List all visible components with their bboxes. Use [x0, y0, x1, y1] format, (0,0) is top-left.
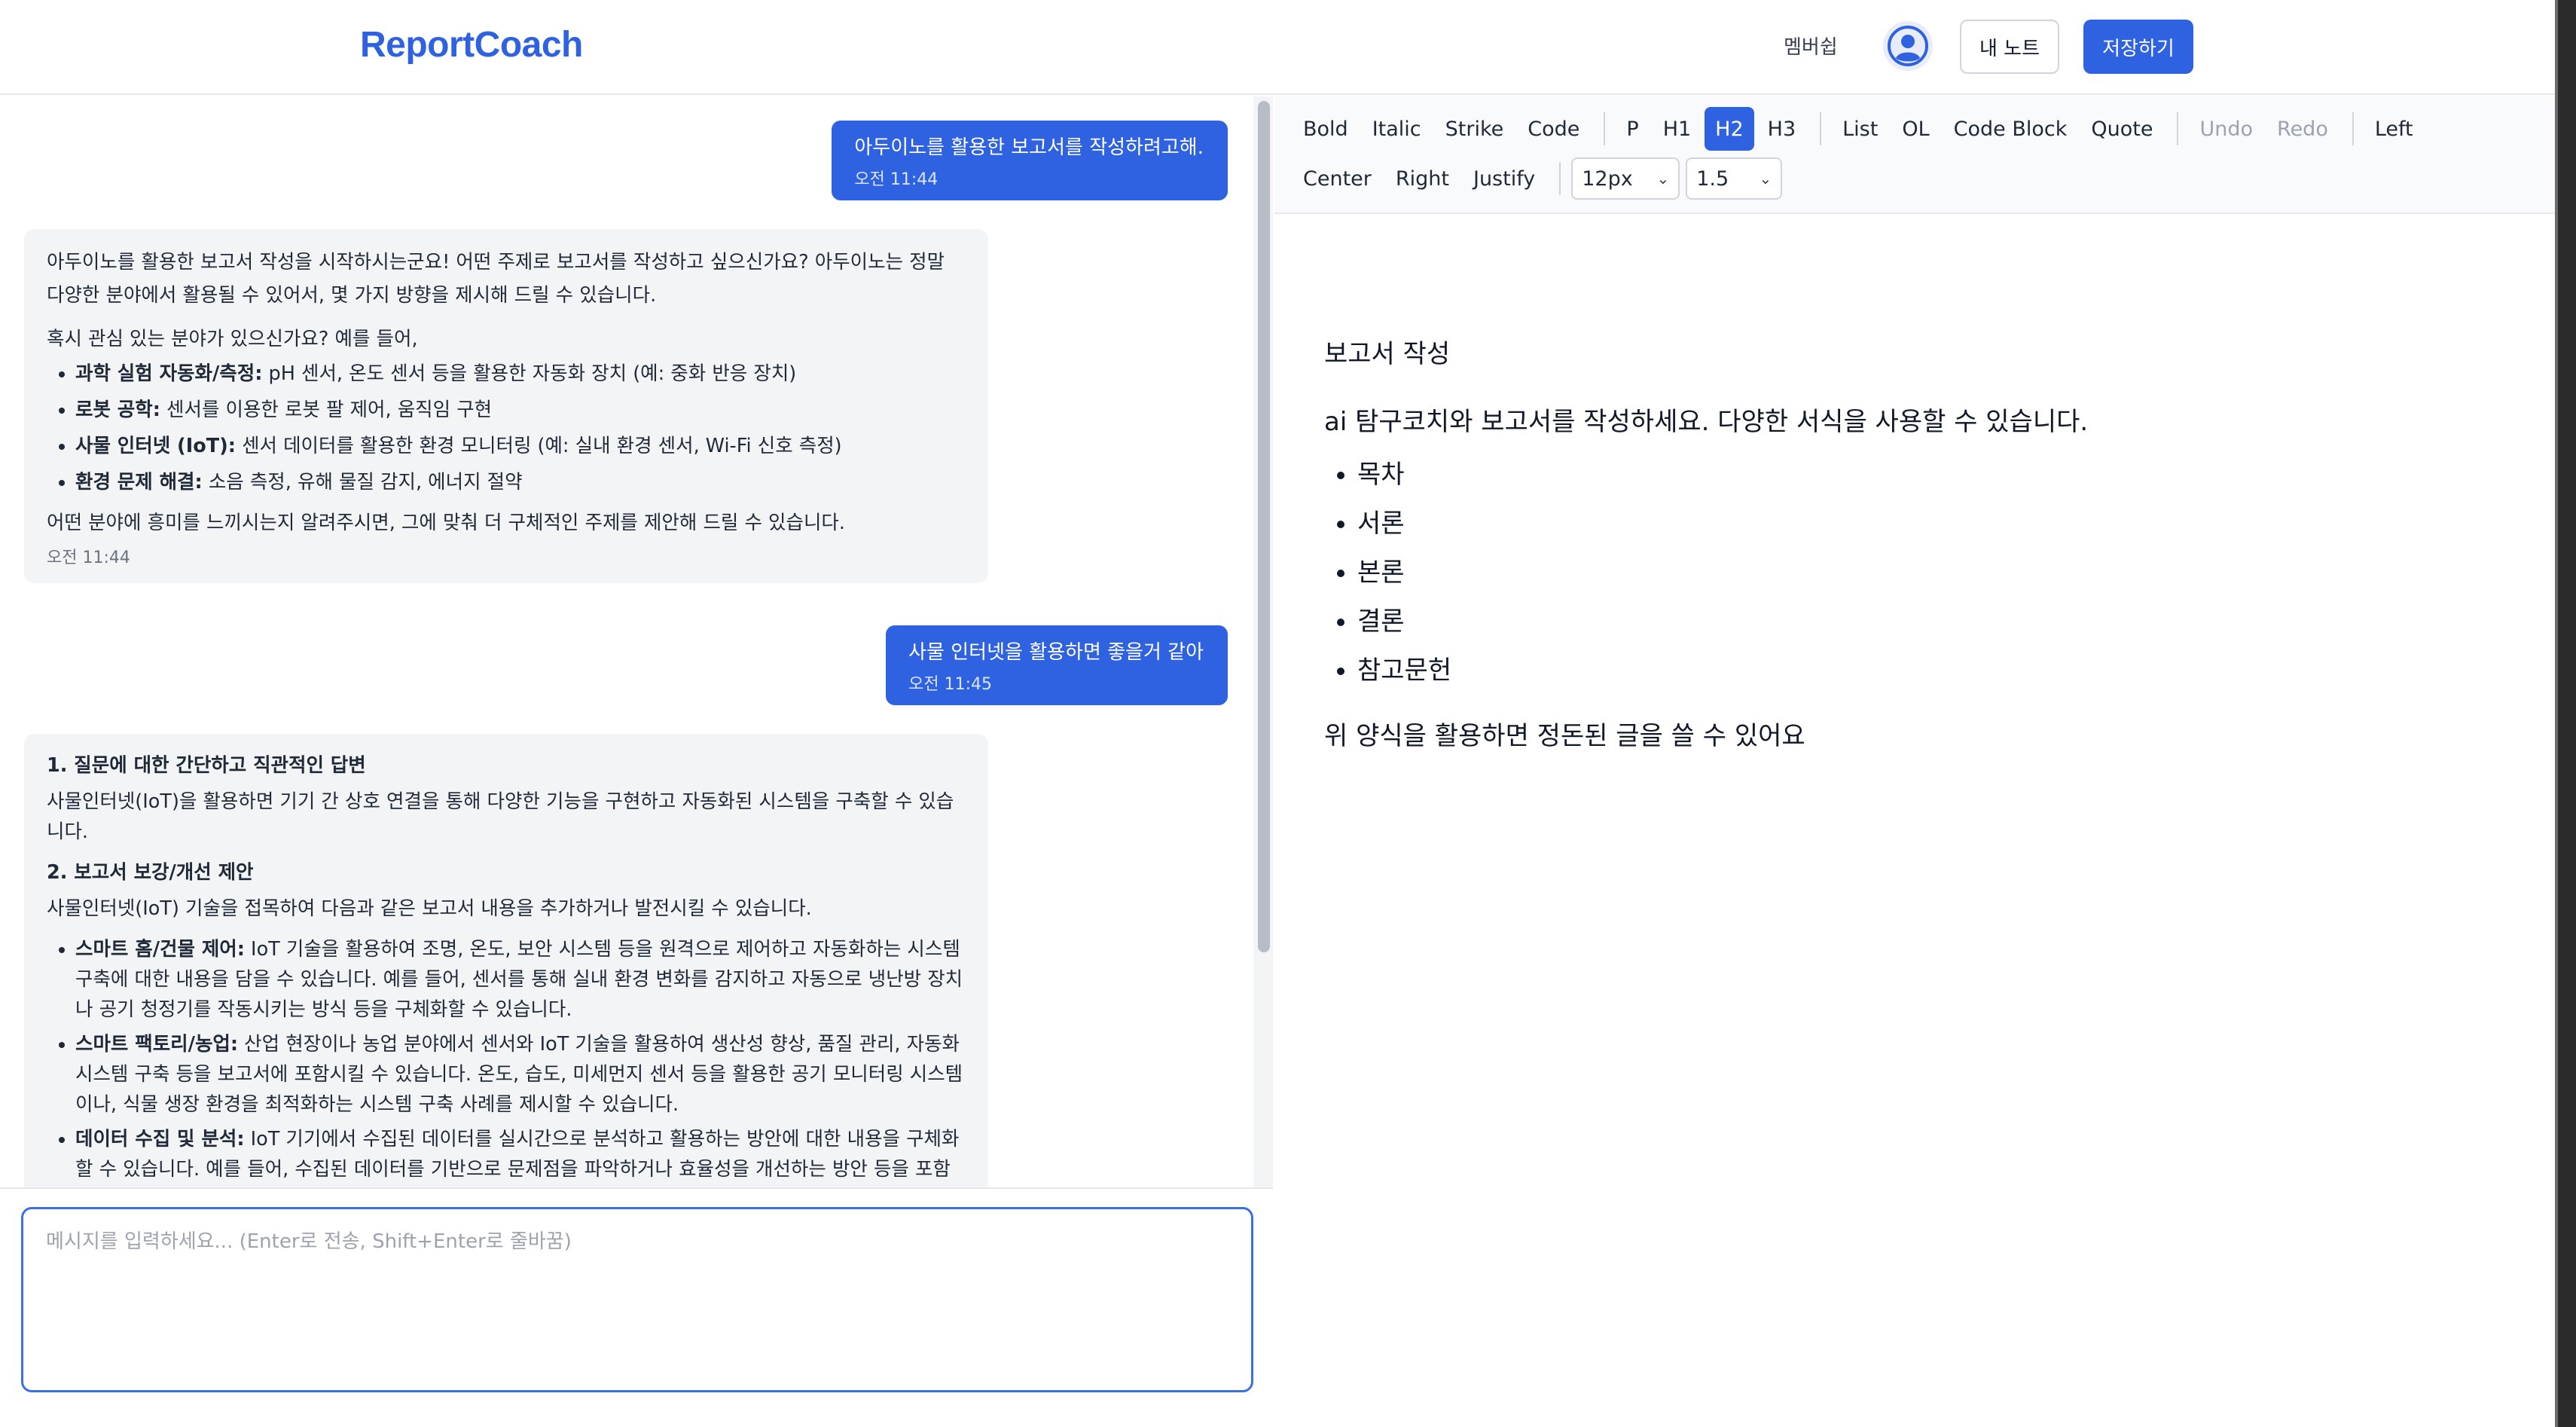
- user-avatar-icon: [1888, 26, 1928, 66]
- document-editor[interactable]: 보고서 작성 ai 탐구코치와 보고서를 작성하세요. 다양한 서식을 사용할 …: [1324, 336, 2514, 771]
- font-size-select[interactable]: 12px ⌄: [1571, 157, 1680, 200]
- code-block-button[interactable]: Code Block: [1943, 107, 2078, 151]
- answer-heading: 2. 보고서 보강/개선 제안: [47, 861, 254, 884]
- list-item: 데이터 수집 및 분석: IoT 기기에서 수집된 데이터를 실시간으로 분석하…: [75, 1124, 966, 1184]
- list-item: 스마트 홈/건물 제어: IoT 기술을 활용하여 조명, 온도, 보안 시스템…: [75, 934, 966, 1025]
- align-center-button[interactable]: Center: [1293, 157, 1382, 200]
- profile-button[interactable]: [1883, 21, 1933, 71]
- assistant-message: 아두이노를 활용한 보고서 작성을 시작하시는군요! 어떤 주제로 보고서를 작…: [24, 229, 988, 583]
- list-item: 사물 인터넷 (IoT): 센서 데이터를 활용한 환경 모니터링 (예: 실내…: [75, 429, 966, 463]
- font-size-value: 12px: [1582, 167, 1633, 191]
- undo-button[interactable]: Undo: [2189, 107, 2263, 151]
- document-heading: 보고서 작성: [1324, 339, 1451, 369]
- message-text: 사물 인터넷을 활용하면 좋을거 같아: [908, 641, 1204, 664]
- bullet-list-button[interactable]: List: [1832, 107, 1888, 151]
- list-item: 로봇 공학: 센서를 이용한 로봇 팔 제어, 움직임 구현: [75, 393, 966, 426]
- chat-input-area: [0, 1187, 1273, 1427]
- save-button[interactable]: 저장하기: [2083, 20, 2193, 74]
- document-paragraph: ai 탐구코치와 보고서를 작성하세요. 다양한 서식을 사용할 수 있습니다.: [1324, 407, 2089, 437]
- toolbar-divider: [1604, 112, 1606, 145]
- message-time: 오전 11:44: [854, 170, 939, 189]
- my-notes-button[interactable]: 내 노트: [1960, 20, 2059, 74]
- answer-heading: 1. 질문에 대한 간단하고 직관적인 답변: [47, 754, 366, 777]
- list-item: 본론: [1357, 555, 2514, 603]
- toolbar-divider: [2352, 112, 2354, 145]
- quote-button[interactable]: Quote: [2080, 107, 2163, 151]
- align-justify-button[interactable]: Justify: [1463, 157, 1546, 200]
- message-text: 사물인터넷(IoT) 기술을 접목하여 다음과 같은 보고서 내용을 추가하거나…: [47, 897, 812, 920]
- list-item: 참고문헌: [1357, 652, 2514, 701]
- h1-button[interactable]: H1: [1653, 107, 1702, 151]
- message-text: 아두이노를 활용한 보고서 작성을 시작하시는군요! 어떤 주제로 보고서를 작…: [47, 251, 945, 307]
- list-item: 결론: [1357, 603, 2514, 652]
- toolbar-row: Bold Italic Strike Code P H1 H2 H3 List …: [1293, 107, 2427, 151]
- message-text: 사물인터넷(IoT)을 활용하면 기기 간 상호 연결을 통해 다양한 기능을 …: [47, 790, 954, 843]
- h3-button[interactable]: H3: [1757, 107, 1806, 151]
- suggestion-list: 스마트 홈/건물 제어: IoT 기술을 활용하여 조명, 온도, 보안 시스템…: [47, 934, 966, 1184]
- align-left-button[interactable]: Left: [2364, 107, 2424, 151]
- list-item: 과학 실험 자동화/측정: pH 센서, 온도 센서 등을 활용한 자동화 장치…: [75, 357, 966, 390]
- bold-button[interactable]: Bold: [1293, 107, 1359, 151]
- toolbar-divider: [1820, 112, 1822, 145]
- message-list[interactable]: 아두이노를 활용한 보고서를 작성하려고해. 오전 11:44 아두이노를 활용…: [0, 96, 1253, 1187]
- strike-button[interactable]: Strike: [1435, 107, 1515, 151]
- user-message: 사물 인터넷을 활용하면 좋을거 같아 오전 11:45: [886, 625, 1228, 705]
- align-right-button[interactable]: Right: [1385, 157, 1460, 200]
- list-item: 환경 문제 해결: 소음 측정, 유해 물질 감지, 에너지 절약: [75, 466, 966, 499]
- editor-panel: Bold Italic Strike Code P H1 H2 H3 List …: [1274, 96, 2555, 1427]
- list-item: 서론: [1357, 506, 2514, 555]
- message-input[interactable]: [21, 1207, 1253, 1392]
- document-list: 목차 서론 본론 결론 참고문헌: [1324, 457, 2514, 701]
- h2-button[interactable]: H2: [1705, 107, 1754, 151]
- window-edge: [2555, 0, 2576, 1427]
- scrollbar-thumb[interactable]: [1258, 101, 1270, 952]
- message-text: 아두이노를 활용한 보고서를 작성하려고해.: [854, 136, 1204, 159]
- paragraph-button[interactable]: P: [1616, 107, 1649, 151]
- toolbar-divider: [2177, 112, 2179, 145]
- chat-panel: 아두이노를 활용한 보고서를 작성하려고해. 오전 11:44 아두이노를 활용…: [0, 96, 1273, 1427]
- chevron-down-icon: ⌄: [1656, 170, 1670, 188]
- chat-scrollbar[interactable]: [1253, 96, 1273, 1187]
- ordered-list-button[interactable]: OL: [1891, 107, 1940, 151]
- list-item: 스마트 팩토리/농업: 산업 현장이나 농업 분야에서 센서와 IoT 기술을 …: [75, 1029, 966, 1120]
- message-time: 오전 11:44: [47, 548, 130, 567]
- message-text: 어떤 분야에 흥미를 느끼시는지 알려주시면, 그에 맞춰 더 구체적인 주제를…: [47, 512, 845, 534]
- line-height-value: 1.5: [1696, 167, 1729, 191]
- document-paragraph: 위 양식을 활용하면 정돈된 글을 쓸 수 있어요: [1324, 721, 1805, 751]
- toolbar-row: Center Right Justify 12px ⌄ 1.5 ⌄: [1293, 157, 1788, 200]
- line-height-select[interactable]: 1.5 ⌄: [1686, 157, 1783, 200]
- message-text: 혹시 관심 있는 분야가 있으신가요? 예를 들어,: [47, 328, 418, 350]
- top-header: ReportCoach 멤버쉽 내 노트 저장하기: [0, 0, 2555, 95]
- redo-button[interactable]: Redo: [2266, 107, 2339, 151]
- assistant-message: 1. 질문에 대한 간단하고 직관적인 답변 사물인터넷(IoT)을 활용하면 …: [24, 734, 988, 1187]
- message-time: 오전 11:45: [908, 675, 993, 694]
- suggestion-list: 과학 실험 자동화/측정: pH 센서, 온도 센서 등을 활용한 자동화 장치…: [47, 357, 966, 499]
- italic-button[interactable]: Italic: [1362, 107, 1432, 151]
- list-item: 목차: [1357, 457, 2514, 506]
- code-button[interactable]: Code: [1517, 107, 1590, 151]
- chevron-down-icon: ⌄: [1759, 170, 1772, 188]
- user-message: 아두이노를 활용한 보고서를 작성하려고해. 오전 11:44: [832, 121, 1228, 200]
- editor-toolbar: Bold Italic Strike Code P H1 H2 H3 List …: [1274, 96, 2555, 214]
- membership-link[interactable]: 멤버쉽: [1784, 32, 1838, 60]
- toolbar-divider: [1559, 162, 1561, 195]
- app-logo[interactable]: ReportCoach: [360, 24, 583, 66]
